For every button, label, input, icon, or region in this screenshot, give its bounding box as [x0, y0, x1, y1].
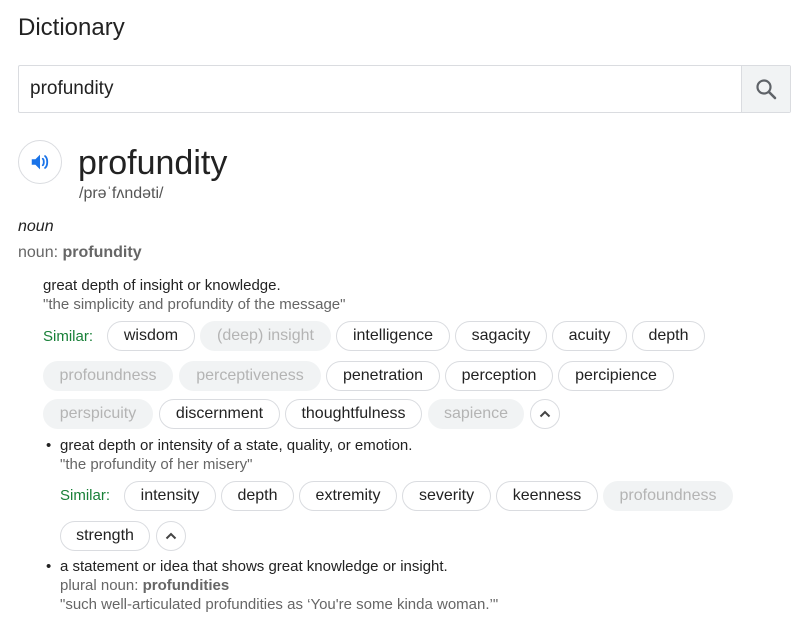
word-form-label: noun:: [18, 244, 59, 261]
similar-chip[interactable]: sapience: [428, 399, 524, 429]
search-button[interactable]: [741, 66, 790, 112]
plural-label: plural noun:: [60, 577, 139, 594]
search-input[interactable]: [19, 66, 743, 112]
bullet: •: [46, 437, 52, 454]
similar-chip[interactable]: strength: [60, 521, 150, 551]
similar-chip[interactable]: (deep) insight: [200, 321, 331, 351]
similar-chip[interactable]: perspicuity: [43, 399, 153, 429]
similar-chip[interactable]: thoughtfulness: [285, 399, 422, 429]
word-form-word: profundity: [62, 244, 142, 261]
similar-chip[interactable]: extremity: [299, 481, 397, 511]
similar-chip[interactable]: sagacity: [455, 321, 547, 351]
similar-label: Similar:: [60, 487, 111, 504]
pronunciation: /prəˈfʌndəti/: [79, 185, 164, 202]
definition: a statement or idea that shows great kno…: [60, 558, 448, 575]
chevron-up-icon: [165, 532, 177, 540]
similar-chip[interactable]: penetration: [326, 361, 440, 391]
similar-chip[interactable]: intensity: [124, 481, 216, 511]
similar-label: Similar:: [43, 328, 94, 345]
pronunciation-audio-button[interactable]: [18, 140, 62, 184]
definition: great depth of insight or knowledge.: [43, 277, 281, 294]
search-icon: [756, 79, 777, 100]
example: "such well-articulated profundities as ‘…: [60, 596, 499, 613]
similar-chip[interactable]: discernment: [159, 399, 280, 429]
example: "the profundity of her misery": [60, 456, 253, 473]
word-form: noun: profundity: [18, 244, 142, 262]
similar-chip[interactable]: wisdom: [107, 321, 195, 351]
plural-word: profundities: [142, 577, 230, 594]
definition: great depth or intensity of a state, qua…: [60, 437, 413, 454]
similar-chip[interactable]: acuity: [552, 321, 627, 351]
headword: profundity: [78, 144, 228, 182]
bullet: •: [46, 558, 52, 575]
similar-chip[interactable]: perception: [445, 361, 553, 391]
similar-chip[interactable]: severity: [402, 481, 491, 511]
similar-chip[interactable]: profoundness: [43, 361, 173, 391]
similar-chip[interactable]: depth: [632, 321, 705, 351]
similar-chip[interactable]: percipience: [558, 361, 674, 391]
similar-chip[interactable]: perceptiveness: [179, 361, 321, 391]
similar-chip[interactable]: intelligence: [336, 321, 450, 351]
plural-form: plural noun: profundities: [60, 577, 229, 594]
part-of-speech: noun: [18, 218, 54, 235]
speaker-icon: [31, 154, 49, 170]
example: "the simplicity and profundity of the me…: [43, 296, 346, 313]
collapse-similar-button[interactable]: [156, 521, 186, 551]
search-box: [18, 65, 791, 113]
chevron-up-icon: [539, 410, 551, 418]
similar-chip[interactable]: keenness: [496, 481, 598, 511]
page-title: Dictionary: [18, 14, 125, 41]
similar-chip[interactable]: profoundness: [603, 481, 733, 511]
similar-chip[interactable]: depth: [221, 481, 294, 511]
collapse-similar-button[interactable]: [530, 399, 560, 429]
